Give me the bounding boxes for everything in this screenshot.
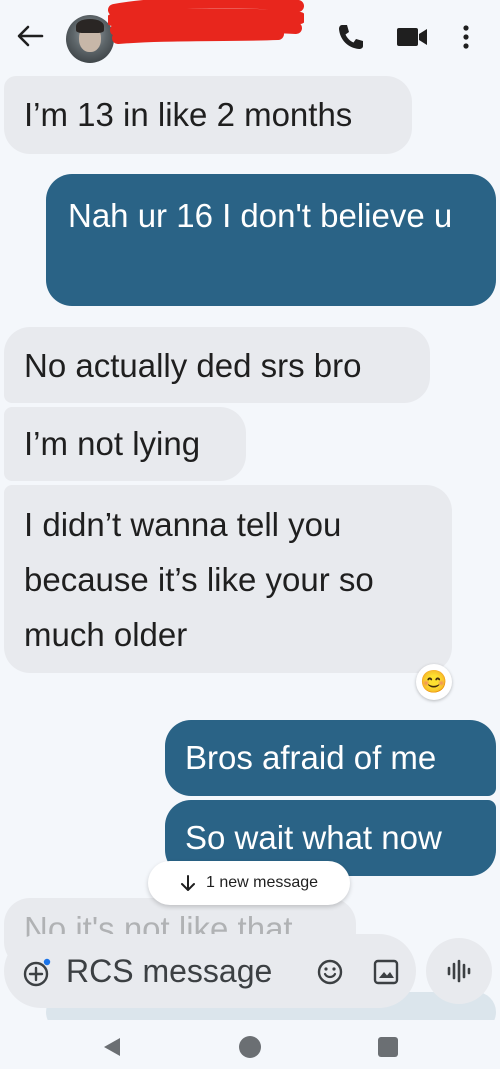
new-message-label: 1 new message — [205, 874, 319, 891]
name-redaction — [108, 0, 304, 44]
message-bubble-incoming[interactable]: I’m not lying — [4, 407, 246, 481]
nav-back-icon[interactable] — [100, 1035, 124, 1059]
back-arrow-icon[interactable] — [14, 22, 46, 50]
message-bubble-outgoing[interactable]: Bros afraid of me — [165, 720, 496, 796]
more-vertical-icon[interactable] — [456, 22, 476, 52]
system-navigation-bar — [0, 1020, 500, 1069]
message-bubble-incoming[interactable]: I didn’t wanna tell you because it’s lik… — [4, 485, 452, 673]
avatar-hair — [76, 19, 104, 33]
nav-home-icon[interactable] — [239, 1036, 261, 1058]
message-input[interactable] — [66, 948, 306, 994]
message-bubble-outgoing[interactable]: Nah ur 16 I don't believe u — [46, 174, 496, 306]
conversation-header — [0, 0, 500, 78]
new-message-pill[interactable]: 1 new message — [148, 861, 350, 905]
message-bubble-incoming[interactable]: No actually ded srs bro — [4, 327, 430, 403]
emoji-icon[interactable] — [316, 958, 344, 986]
video-camera-icon[interactable] — [395, 24, 429, 50]
phone-icon[interactable] — [336, 22, 366, 52]
smiling-face-emoji: 😊 — [420, 669, 448, 694]
contact-avatar[interactable] — [66, 15, 114, 63]
add-attachment-icon[interactable] — [22, 958, 52, 988]
nav-recents-icon[interactable] — [378, 1037, 398, 1057]
audio-waveform-icon — [447, 959, 471, 983]
message-bubble-incoming[interactable]: I’m 13 in like 2 months — [4, 76, 412, 154]
compose-bar — [4, 934, 416, 1008]
emoji-reaction[interactable]: 😊 — [416, 664, 452, 700]
arrow-down-icon — [180, 875, 195, 891]
voice-message-button[interactable] — [426, 938, 492, 1004]
gallery-icon[interactable] — [372, 958, 400, 986]
